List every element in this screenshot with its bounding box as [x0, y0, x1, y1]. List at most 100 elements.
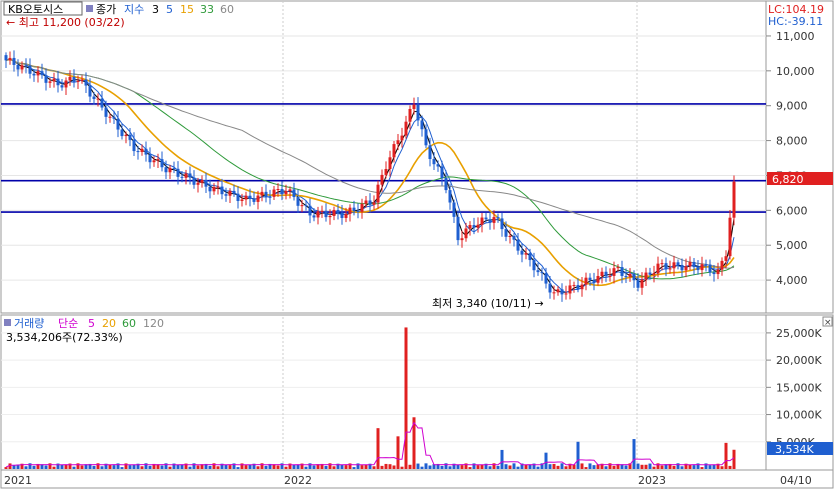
candle-body — [292, 189, 296, 198]
candle-body — [720, 260, 724, 270]
volume-bar — [168, 466, 172, 469]
candle-body — [56, 78, 60, 86]
candle-body — [232, 190, 236, 194]
candle-body — [248, 195, 252, 199]
volume-bar — [728, 465, 732, 469]
candle-body — [60, 85, 64, 88]
volume-bar — [580, 463, 584, 469]
volume-bar — [588, 463, 592, 469]
volume-bar — [604, 466, 608, 469]
volume-bar — [500, 449, 504, 469]
candle-body — [208, 186, 212, 192]
candle-body — [548, 283, 552, 293]
volume-bar — [352, 467, 356, 469]
candle-body — [196, 182, 200, 185]
candle-body — [360, 203, 364, 212]
volume-bar — [44, 465, 48, 469]
volume-bar — [548, 464, 552, 469]
candle-body — [480, 217, 484, 225]
candle-body — [256, 195, 260, 202]
volume-bar — [576, 441, 580, 469]
candle-body — [596, 275, 600, 283]
candle-body — [452, 202, 456, 217]
candle-body — [380, 174, 384, 185]
volume-bar — [720, 466, 724, 469]
volume-bar — [32, 465, 36, 469]
candle-body — [576, 285, 580, 290]
volume-bar — [148, 465, 152, 469]
volume-bar — [508, 465, 512, 469]
volume-bar — [128, 465, 132, 469]
volume-bar — [440, 465, 444, 469]
volume-bar — [424, 463, 428, 469]
low-note: 최저 3,340 (10/11) → — [432, 297, 544, 310]
candle-body — [532, 260, 536, 271]
candle-body — [696, 267, 700, 271]
candle-body — [116, 118, 120, 130]
volume-bar — [256, 466, 260, 469]
volume-bar — [180, 464, 184, 469]
candle-body — [564, 293, 568, 295]
candle-body — [76, 80, 80, 82]
candle-body — [652, 273, 656, 275]
time-label-2021: 2021 — [4, 474, 32, 487]
candle-body — [436, 164, 440, 167]
candle-body — [356, 210, 360, 212]
price-tick-label: 11,000 — [776, 30, 815, 43]
candle-body — [8, 57, 12, 61]
candle-body — [684, 266, 688, 271]
volume-bar — [732, 449, 736, 469]
volume-title: 거래량 — [14, 317, 44, 330]
candle-body — [156, 159, 160, 161]
volume-tick-label: 15,000K — [776, 381, 822, 394]
candle-body — [516, 239, 520, 251]
candle-body — [64, 80, 68, 88]
volume-bar — [416, 463, 420, 469]
candle-body — [220, 186, 224, 195]
candle-body — [632, 273, 636, 281]
candle-body — [4, 55, 8, 61]
candle-body — [216, 186, 220, 188]
candle-body — [304, 205, 308, 207]
candle-body — [300, 205, 304, 207]
volume-bar — [140, 466, 144, 469]
candle-body — [212, 186, 216, 192]
volume-bar — [100, 466, 104, 469]
candle-body — [320, 210, 324, 212]
volume-bar — [296, 464, 300, 469]
volume-bar — [236, 467, 240, 469]
candle-body — [476, 224, 480, 228]
candle-body — [580, 284, 584, 290]
volume-bar — [64, 464, 68, 469]
candle-body — [236, 193, 240, 202]
candle-body — [192, 177, 196, 185]
volume-tick-label: 10,000K — [776, 409, 822, 422]
candle-body — [572, 285, 576, 287]
volume-bar — [632, 439, 636, 469]
volume-bar — [60, 464, 64, 469]
price-tick-label: 4,000 — [776, 274, 808, 287]
candle-body — [316, 211, 320, 218]
volume-bar — [512, 463, 516, 469]
volume-bar — [376, 428, 380, 469]
candle-body — [544, 273, 548, 284]
price-tick-label: 10,000 — [776, 65, 815, 78]
candle-body — [204, 180, 208, 187]
candle-body — [624, 276, 628, 278]
candle-body — [560, 289, 564, 295]
volume-bar — [468, 467, 472, 469]
volume-tick-label: 20,000K — [776, 354, 822, 367]
volume-bar — [504, 464, 508, 469]
candle-body — [40, 71, 44, 76]
volume-bar — [700, 467, 704, 469]
volume-bar — [460, 465, 464, 469]
candle-body — [492, 217, 496, 223]
candle-body — [172, 167, 176, 169]
high-note: ← 최고 11,200 (03/22) — [6, 16, 125, 29]
volume-bar — [332, 466, 336, 469]
candle-body — [332, 209, 336, 216]
candle-body — [640, 279, 644, 288]
volume-bar — [216, 466, 220, 469]
volume-bar — [552, 463, 556, 469]
candle-body — [168, 167, 172, 173]
